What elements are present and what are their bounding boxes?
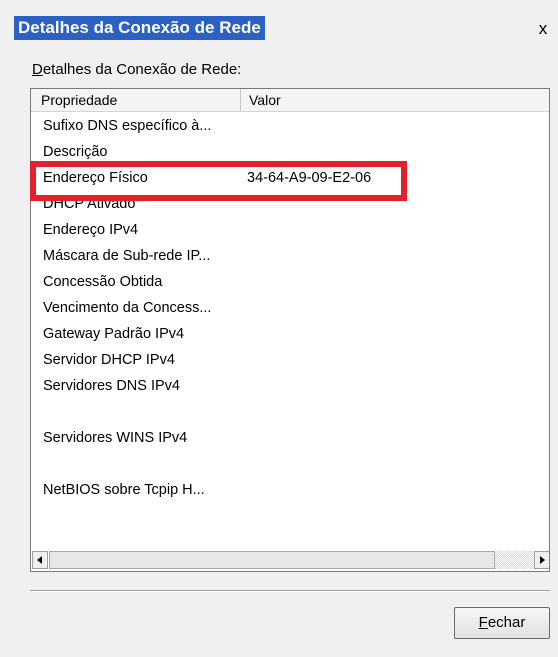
property-cell: Servidores WINS IPv4 xyxy=(43,430,188,446)
table-row[interactable]: NetBIOS sobre Tcpip H... xyxy=(31,479,549,502)
table-row[interactable]: Servidor DHCP IPv4 xyxy=(31,349,549,372)
table-row[interactable]: Concessão Obtida xyxy=(31,271,549,294)
table-row[interactable]: DHCP Ativado xyxy=(31,193,549,216)
scroll-right-button[interactable] xyxy=(534,551,549,569)
column-header-value[interactable]: Valor xyxy=(241,89,549,111)
property-cell: Descrição xyxy=(43,144,108,160)
details-label-mnemonic: D xyxy=(32,61,43,78)
table-row[interactable]: Descrição xyxy=(31,141,549,164)
table-row[interactable]: Gateway Padrão IPv4 xyxy=(31,323,549,346)
table-row[interactable] xyxy=(31,401,549,424)
close-window-button[interactable]: x xyxy=(532,19,554,39)
property-cell: NetBIOS sobre Tcpip H... xyxy=(43,482,205,498)
table-row[interactable]: Sufixo DNS específico à... xyxy=(31,115,549,138)
window-title: Detalhes da Conexão de Rede xyxy=(14,16,265,40)
triangle-right-icon xyxy=(540,556,545,564)
property-cell: Servidor DHCP IPv4 xyxy=(43,352,175,368)
property-cell: Servidores DNS IPv4 xyxy=(43,378,180,394)
property-cell: Gateway Padrão IPv4 xyxy=(43,326,185,342)
table-row[interactable]: Endereço IPv4 xyxy=(31,219,549,242)
scroll-left-button[interactable] xyxy=(32,551,48,569)
value-cell: 34-64-A9-09-E2-06 xyxy=(247,170,372,186)
property-cell: Endereço Físico xyxy=(43,170,148,186)
dialog-separator xyxy=(30,590,550,592)
network-connection-details-dialog: Detalhes da Conexão de Rede x Detalhes d… xyxy=(0,0,558,657)
title-bar[interactable]: Detalhes da Conexão de Rede x xyxy=(0,0,558,43)
table-row[interactable]: Endereço Físico 34-64-A9-09-E2-06 xyxy=(31,167,549,190)
details-group-label: Detalhes da Conexão de Rede: xyxy=(32,61,241,78)
table-row[interactable]: Vencimento da Concess... xyxy=(31,297,549,320)
triangle-left-icon xyxy=(37,556,42,564)
scroll-thumb[interactable] xyxy=(49,551,495,569)
close-button-mnemonic: F xyxy=(478,614,488,631)
details-label-text: etalhes da Conexão de Rede: xyxy=(42,61,242,78)
property-cell: Vencimento da Concess... xyxy=(43,300,212,316)
list-header: Propriedade Valor xyxy=(31,89,549,112)
table-row[interactable] xyxy=(31,453,549,476)
scroll-track[interactable] xyxy=(495,551,534,569)
horizontal-scrollbar[interactable] xyxy=(32,551,549,571)
close-button-label: echar xyxy=(487,614,526,631)
table-row[interactable]: Servidores DNS IPv4 xyxy=(31,375,549,398)
details-list-view[interactable]: Propriedade Valor Sufixo DNS específico … xyxy=(30,88,550,572)
property-cell: DHCP Ativado xyxy=(43,196,136,212)
property-cell: Máscara de Sub-rede IP... xyxy=(43,248,211,264)
table-row[interactable]: Máscara de Sub-rede IP... xyxy=(31,245,549,268)
property-cell: Endereço IPv4 xyxy=(43,222,139,238)
property-cell: Concessão Obtida xyxy=(43,274,163,290)
close-button[interactable]: Fechar xyxy=(454,607,550,639)
property-cell: Sufixo DNS específico à... xyxy=(43,118,212,134)
table-row[interactable]: Servidores WINS IPv4 xyxy=(31,427,549,450)
column-header-property[interactable]: Propriedade xyxy=(31,89,241,111)
